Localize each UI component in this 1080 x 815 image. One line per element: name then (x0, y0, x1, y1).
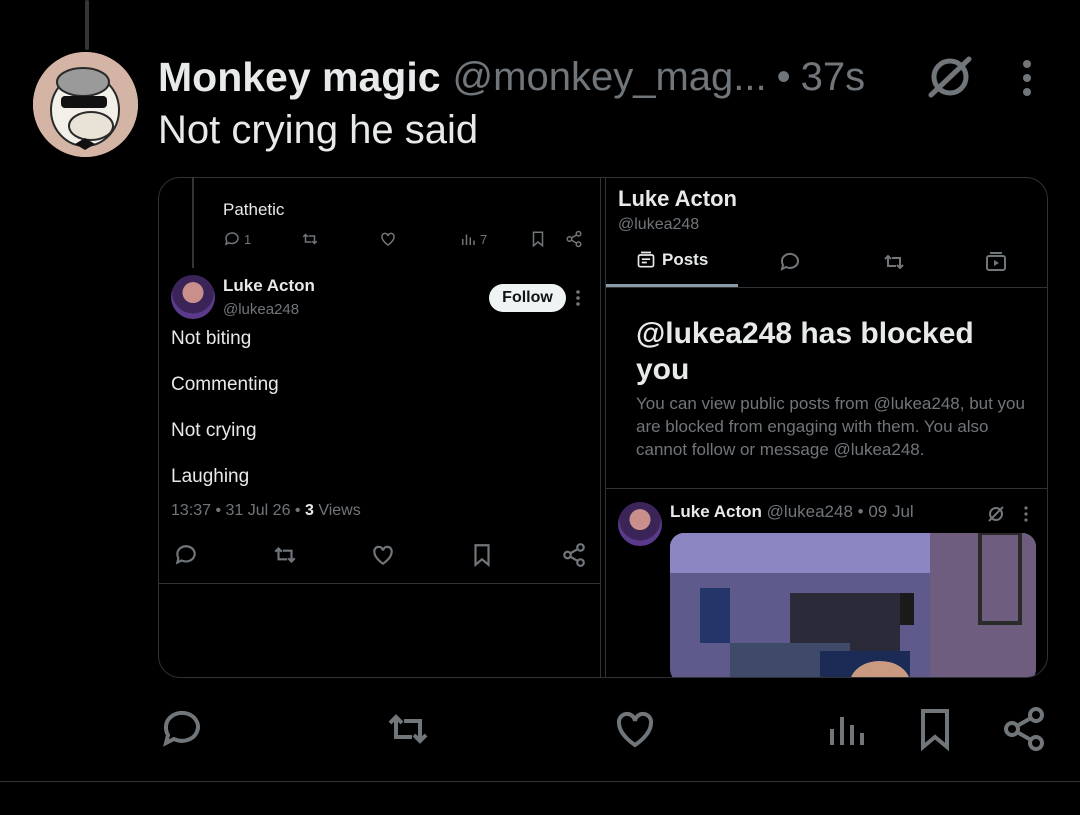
tweet-line: Not biting (171, 328, 252, 349)
grok-icon[interactable] (925, 55, 975, 99)
tab-media[interactable] (984, 250, 1008, 274)
bookmark-small[interactable] (529, 230, 547, 248)
post-time[interactable]: 37s (801, 55, 866, 100)
follow-button[interactable]: Follow (489, 284, 566, 312)
luke-name[interactable]: Luke Acton (223, 276, 315, 296)
views-icon[interactable] (822, 705, 870, 753)
more-icon[interactable] (573, 288, 583, 308)
thread-connector-line (85, 0, 89, 50)
luke-handle[interactable]: @lukea248 (223, 301, 299, 318)
author-handle[interactable]: @monkey_mag... (453, 55, 767, 100)
blocked-message: You can view public posts from @lukea248… (636, 394, 1025, 459)
author-name[interactable]: Monkey magic (158, 54, 441, 101)
blocked-title: @lukea248 has blocked you (636, 317, 974, 386)
reply-icon (224, 232, 239, 246)
repost-icon (302, 233, 318, 245)
profile-handle: @lukea248 (618, 216, 700, 233)
views-icon (462, 234, 475, 245)
reply-count[interactable]: 1 (223, 230, 251, 248)
reply-count-value: 1 (244, 231, 252, 247)
like-icon[interactable] (370, 542, 396, 568)
tweet-line: Laughing (171, 466, 250, 487)
bookmark-icon[interactable] (911, 705, 959, 753)
like-small[interactable] (379, 230, 397, 248)
bookmark-icon[interactable] (469, 542, 495, 568)
views-small[interactable]: 7 (459, 230, 487, 248)
more-icon[interactable] (1015, 58, 1039, 98)
reply-icon[interactable] (158, 705, 206, 753)
repost-icon[interactable] (384, 705, 432, 753)
profile-name: Luke Acton (618, 186, 737, 211)
share-icon (566, 230, 582, 248)
post-text: Not crying he said (158, 108, 479, 152)
tab-reposts[interactable] (882, 250, 906, 274)
tab-posts[interactable]: Posts (636, 250, 708, 270)
profile-tabs: Posts (606, 246, 1047, 288)
divider (606, 287, 1047, 288)
share-icon[interactable] (1000, 705, 1048, 753)
grok-icon[interactable] (986, 504, 1006, 524)
post-header: Luke Acton @lukea248 • 09 Jul (670, 502, 914, 522)
tweet-views-label: Views (313, 502, 361, 519)
bookmark-icon (532, 231, 544, 248)
post-action-bar (0, 705, 1080, 761)
tweet-actions (159, 538, 601, 572)
luke-avatar[interactable] (618, 502, 662, 546)
divider (159, 583, 601, 584)
more-icon[interactable] (1022, 505, 1030, 523)
post-photo[interactable] (670, 533, 1036, 677)
share-small[interactable] (565, 230, 583, 248)
tweet-line: Not crying (171, 420, 257, 441)
like-icon (381, 232, 395, 246)
tweet-views-count: 3 (304, 502, 314, 519)
post-author[interactable]: Luke Acton (670, 502, 762, 521)
screenshot-right[interactable]: Luke Acton @lukea248 Posts @lukea248 has… (605, 178, 1047, 677)
repost-small[interactable] (301, 230, 319, 248)
reply-icon[interactable] (173, 542, 199, 568)
header-separator: • (776, 54, 791, 99)
post-handle-date: @lukea248 • 09 Jul (761, 502, 914, 521)
screenshot-left[interactable]: Pathetic 1 7 Luke Acton @lukea248 Follow… (159, 178, 601, 677)
divider (0, 781, 1080, 782)
tweet-meta-date: 13:37 • 31 Jul 26 • (171, 502, 305, 519)
reply-text: Pathetic (223, 200, 285, 219)
reply-actions: 1 7 (223, 230, 583, 254)
views-count-value: 7 (480, 231, 488, 247)
like-icon[interactable] (611, 705, 659, 753)
reply-thread-line (192, 178, 194, 268)
tweet-line: Commenting (171, 374, 279, 395)
share-icon[interactable] (561, 542, 587, 568)
posts-icon (637, 251, 655, 268)
author-avatar[interactable] (33, 52, 138, 157)
luke-avatar[interactable] (171, 275, 215, 319)
post-media[interactable]: Pathetic 1 7 Luke Acton @lukea248 Follow… (158, 177, 1048, 678)
tab-posts-label: Posts (662, 250, 709, 269)
post-header: Monkey magic @monkey_mag... • 37s (158, 52, 865, 102)
tweet-meta: 13:37 • 31 Jul 26 • 3 Views (171, 502, 361, 520)
repost-icon[interactable] (272, 542, 298, 568)
tab-replies[interactable] (778, 250, 802, 274)
divider (606, 488, 1047, 489)
